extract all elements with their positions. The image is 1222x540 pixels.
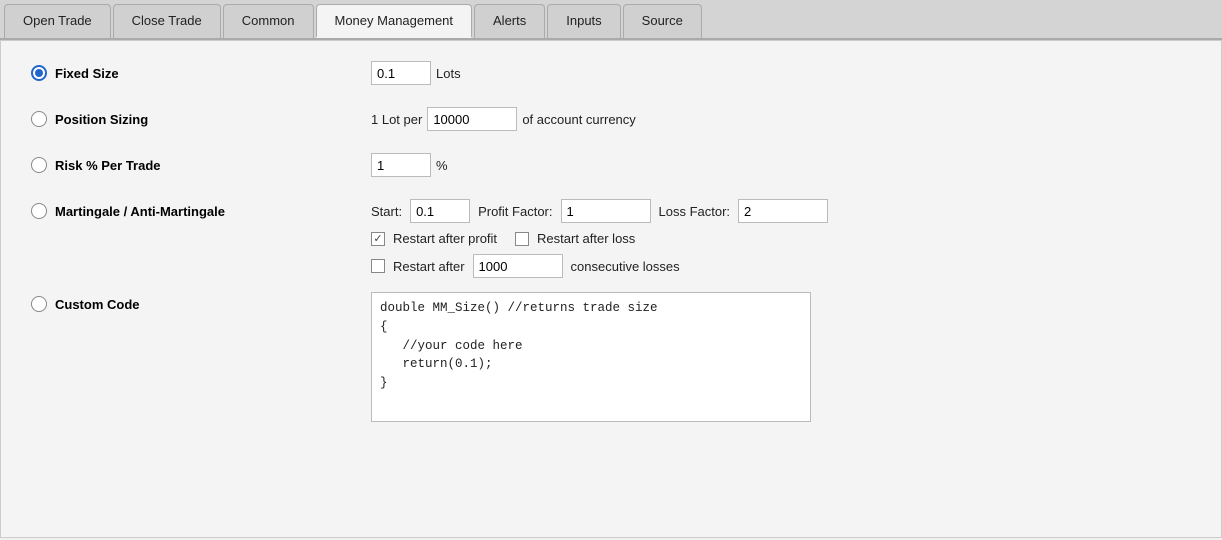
content-area: Fixed Size Lots Position Sizing 1 Lot pe… <box>0 40 1222 538</box>
fixed-size-row: Fixed Size Lots <box>31 61 1191 93</box>
fixed-size-suffix: Lots <box>436 66 461 81</box>
risk-per-trade-label-col: Risk % Per Trade <box>31 153 371 173</box>
tab-source[interactable]: Source <box>623 4 702 38</box>
position-sizing-input[interactable] <box>427 107 517 131</box>
fixed-size-radio[interactable] <box>31 65 47 81</box>
restart-loss-label: Restart after loss <box>537 231 635 246</box>
tab-common[interactable]: Common <box>223 4 314 38</box>
martingale-loss-factor-input[interactable] <box>738 199 828 223</box>
restart-consecutive-post-label: consecutive losses <box>571 259 680 274</box>
risk-per-trade-row: Risk % Per Trade % <box>31 153 1191 185</box>
tab-alerts[interactable]: Alerts <box>474 4 545 38</box>
martingale-profit-factor-label: Profit Factor: <box>478 204 552 219</box>
tab-money-management[interactable]: Money Management <box>316 4 473 38</box>
restart-consecutive-pre-label: Restart after <box>393 259 465 274</box>
fixed-size-label-col: Fixed Size <box>31 61 371 81</box>
restart-profit-checkbox[interactable] <box>371 232 385 246</box>
restart-consecutive-checkbox[interactable] <box>371 259 385 273</box>
position-sizing-label: Position Sizing <box>55 112 148 127</box>
custom-code-label: Custom Code <box>55 297 140 312</box>
position-sizing-controls: 1 Lot per of account currency <box>371 107 636 131</box>
risk-per-trade-suffix: % <box>436 158 448 173</box>
martingale-block: Start: Profit Factor: Loss Factor: Resta… <box>371 199 828 278</box>
risk-per-trade-controls: % <box>371 153 448 177</box>
tab-bar: Open Trade Close Trade Common Money Mana… <box>0 0 1222 40</box>
martingale-restart-row2: Restart after consecutive losses <box>371 254 828 278</box>
custom-code-textarea[interactable]: double MM_Size() //returns trade size { … <box>371 292 811 422</box>
custom-code-row: Custom Code double MM_Size() //returns t… <box>31 292 1191 422</box>
risk-per-trade-radio[interactable] <box>31 157 47 173</box>
risk-per-trade-label: Risk % Per Trade <box>55 158 161 173</box>
position-sizing-suffix: of account currency <box>522 112 635 127</box>
martingale-radio[interactable] <box>31 203 47 219</box>
tab-close-trade[interactable]: Close Trade <box>113 4 221 38</box>
risk-per-trade-input[interactable] <box>371 153 431 177</box>
custom-code-controls: double MM_Size() //returns trade size { … <box>371 292 811 422</box>
tab-open-trade[interactable]: Open Trade <box>4 4 111 38</box>
position-sizing-radio[interactable] <box>31 111 47 127</box>
position-sizing-label-col: Position Sizing <box>31 107 371 127</box>
restart-consecutive-input[interactable] <box>473 254 563 278</box>
position-sizing-row: Position Sizing 1 Lot per of account cur… <box>31 107 1191 139</box>
martingale-start-input[interactable] <box>410 199 470 223</box>
martingale-start-label: Start: <box>371 204 402 219</box>
martingale-factors-row: Start: Profit Factor: Loss Factor: <box>371 199 828 223</box>
restart-profit-label: Restart after profit <box>393 231 497 246</box>
position-sizing-prefix: 1 Lot per <box>371 112 422 127</box>
martingale-row: Martingale / Anti-Martingale Start: Prof… <box>31 199 1191 278</box>
martingale-profit-factor-input[interactable] <box>561 199 651 223</box>
fixed-size-controls: Lots <box>371 61 461 85</box>
restart-loss-checkbox[interactable] <box>515 232 529 246</box>
martingale-loss-factor-label: Loss Factor: <box>659 204 731 219</box>
martingale-label: Martingale / Anti-Martingale <box>55 204 225 219</box>
fixed-size-input[interactable] <box>371 61 431 85</box>
martingale-label-col: Martingale / Anti-Martingale <box>31 199 371 219</box>
fixed-size-label: Fixed Size <box>55 66 119 81</box>
martingale-restart-row1: Restart after profit Restart after loss <box>371 231 828 246</box>
tab-inputs[interactable]: Inputs <box>547 4 620 38</box>
custom-code-radio[interactable] <box>31 296 47 312</box>
custom-code-label-col: Custom Code <box>31 292 371 312</box>
